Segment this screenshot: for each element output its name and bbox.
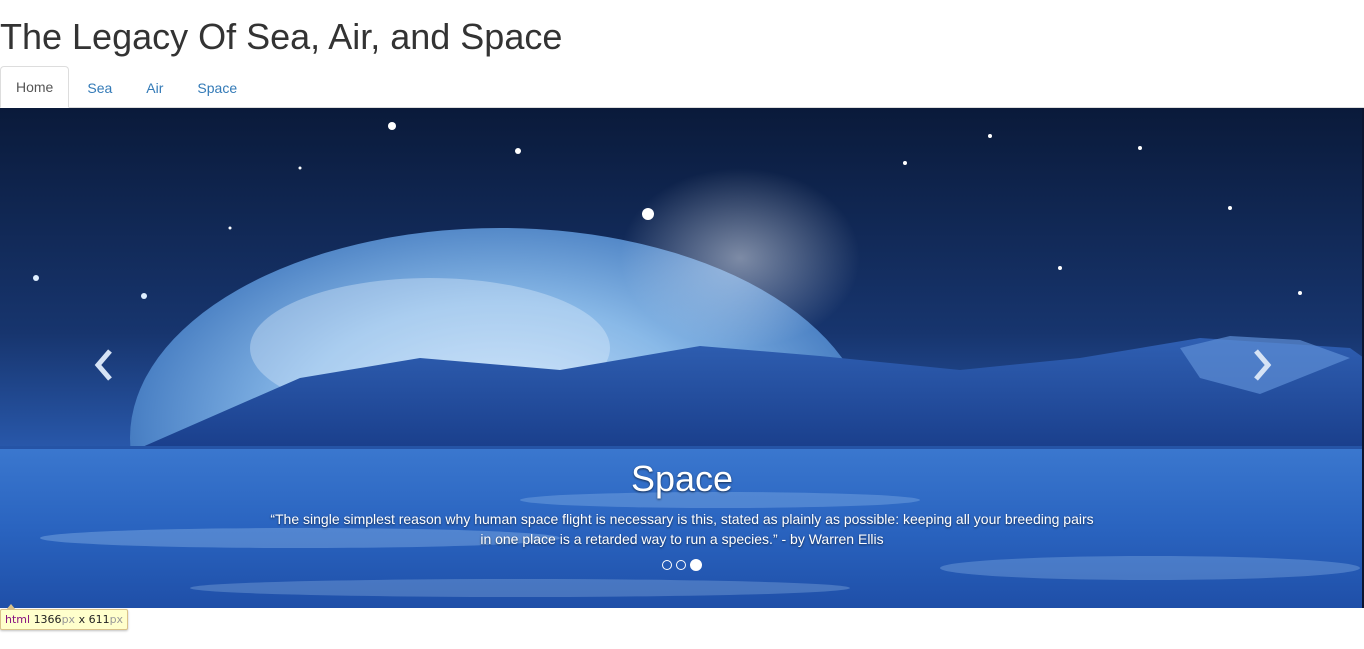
page-title: The Legacy Of Sea, Air, and Space bbox=[0, 16, 563, 57]
carousel-indicator-2[interactable] bbox=[676, 560, 686, 570]
carousel-next-control[interactable] bbox=[1159, 108, 1364, 608]
chevron-right-icon bbox=[1254, 349, 1272, 381]
tooltip-separator: x bbox=[78, 613, 86, 626]
nav-tabs: Home Sea Air Space bbox=[0, 66, 1364, 108]
tooltip-arrow-icon bbox=[6, 604, 16, 610]
tooltip-width-unit: px bbox=[61, 613, 76, 626]
tooltip-height-unit: px bbox=[109, 613, 124, 626]
chevron-left-icon bbox=[94, 349, 112, 381]
carousel-indicator-1[interactable] bbox=[662, 560, 672, 570]
carousel-caption-title: Space bbox=[630, 458, 734, 499]
tab-home[interactable]: Home bbox=[0, 66, 70, 108]
tab-air[interactable]: Air bbox=[130, 67, 179, 107]
carousel-indicators bbox=[0, 559, 1364, 571]
carousel-indicator-3[interactable] bbox=[690, 559, 702, 571]
image-carousel: Space “The single simplest reason why hu… bbox=[0, 108, 1364, 608]
tooltip-width-value: 1366 bbox=[33, 613, 62, 626]
carousel-prev-control[interactable] bbox=[0, 108, 205, 608]
carousel-caption: Space “The single simplest reason why hu… bbox=[270, 453, 1094, 549]
devtools-size-tooltip: html 1366px x 611px bbox=[0, 604, 129, 630]
carousel-caption-quote: “The single simplest reason why human sp… bbox=[270, 511, 1094, 547]
tooltip-height-value: 611 bbox=[88, 613, 110, 626]
tab-space[interactable]: Space bbox=[181, 67, 253, 107]
tooltip-tag: html bbox=[5, 613, 31, 626]
tab-sea[interactable]: Sea bbox=[71, 67, 128, 107]
